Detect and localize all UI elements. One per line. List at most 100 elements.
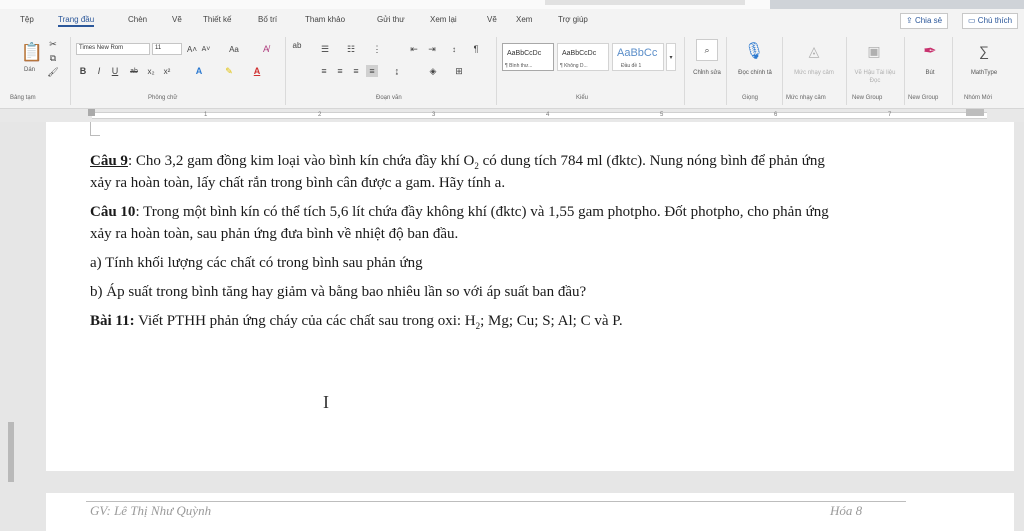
- justify-icon[interactable]: ≡: [366, 65, 378, 77]
- bullets-icon[interactable]: ☰: [318, 43, 332, 55]
- show-marks-icon[interactable]: ¶: [470, 43, 482, 55]
- tab-draw-2[interactable]: Vẽ: [487, 15, 497, 24]
- tab-review[interactable]: Xem lại: [430, 15, 457, 24]
- footer-rule: [86, 501, 906, 502]
- multilevel-list-icon[interactable]: ⋮: [370, 43, 384, 55]
- question-9[interactable]: Câu 9: Cho 3,2 gam đồng kim loại vào bìn…: [90, 150, 970, 194]
- change-case-icon[interactable]: Aa: [226, 43, 242, 55]
- group-label-voice: Giọng: [742, 95, 759, 101]
- ribbon-separator: [70, 37, 71, 105]
- share-button[interactable]: ⇪ Chia sẻ: [900, 13, 949, 29]
- phonetic-guide-icon[interactable]: ab: [290, 39, 304, 51]
- search-icon[interactable]: ⌕: [696, 39, 718, 61]
- clear-format-icon[interactable]: A̸: [260, 43, 272, 55]
- borders-icon[interactable]: ⊞: [452, 65, 466, 77]
- comments-button[interactable]: ▭ Chú thích: [962, 13, 1019, 29]
- ribbon-separator: [684, 37, 685, 105]
- ribbon-tabs: Tệp Trang đầu Chèn Vẽ Thiết kế Bố trí Th…: [0, 9, 1024, 33]
- tab-mailings[interactable]: Gửi thư: [377, 15, 405, 24]
- adobe-label: Vẽ Hậu Tài liệu Đọc: [854, 70, 896, 84]
- align-right-icon[interactable]: ≡: [350, 65, 362, 77]
- microphone-icon[interactable]: 🎙: [742, 39, 766, 63]
- edit-label: Chỉnh sửa: [693, 70, 721, 76]
- shading-icon[interactable]: ◈: [426, 65, 440, 77]
- numbering-icon[interactable]: ☷: [344, 43, 358, 55]
- tab-home[interactable]: Trang đầu: [58, 15, 95, 27]
- ruler-number: 4: [546, 112, 550, 118]
- group-label-sensitivity: Mức nhạy cảm: [786, 95, 826, 101]
- tab-design[interactable]: Thiết kế: [203, 15, 231, 24]
- question-10-part-b[interactable]: b) Áp suất trong bình tăng hay giảm và b…: [90, 281, 970, 303]
- pen-label: Bút: [925, 70, 935, 76]
- decrease-indent-icon[interactable]: ⇤: [408, 43, 420, 55]
- ribbon: 📋 Dán ✂ ⧉ 🖌 Bảng tạm Times New Rom 11 A˄…: [0, 33, 1024, 109]
- question-10[interactable]: Câu 10: Trong một bình kín có thể tích 5…: [90, 201, 970, 245]
- text-effects-icon[interactable]: A: [192, 65, 206, 77]
- cut-icon[interactable]: ✂: [48, 39, 58, 49]
- sensitivity-icon[interactable]: ◬: [802, 39, 826, 63]
- style-normal[interactable]: AaBbCcDc ¶ Bình thư...: [502, 43, 554, 71]
- question-10-part-a[interactable]: a) Tính khối lượng các chất có trong bìn…: [90, 252, 970, 274]
- ruler-indent-marker[interactable]: [88, 109, 95, 116]
- ribbon-separator: [285, 37, 286, 105]
- share-icon: ⇪: [906, 16, 913, 25]
- margin-mark: [90, 135, 100, 136]
- increase-indent-icon[interactable]: ⇥: [426, 43, 438, 55]
- shrink-font-icon[interactable]: A˅: [200, 43, 212, 55]
- style-no-spacing[interactable]: AaBbCcDc ¶ Không D...: [557, 43, 609, 71]
- paste-label: Dán: [24, 67, 36, 73]
- italic-icon[interactable]: I: [94, 65, 104, 77]
- title-bar-account[interactable]: [770, 0, 1024, 9]
- mathtype-label: MathType: [970, 70, 998, 76]
- subscript-icon[interactable]: x₂: [146, 65, 156, 77]
- mathtype-icon[interactable]: ∑: [972, 39, 996, 63]
- tab-file[interactable]: Tệp: [20, 15, 34, 24]
- ruler-number: 2: [318, 112, 322, 118]
- superscript-icon[interactable]: x²: [162, 65, 172, 77]
- tab-references[interactable]: Tham khảo: [305, 15, 345, 24]
- style-heading-1[interactable]: AaBbCc Đầu đề 1: [612, 43, 664, 71]
- group-label-styles: Kiểu: [576, 95, 589, 101]
- align-center-icon[interactable]: ≡: [334, 65, 346, 77]
- font-color-icon[interactable]: A: [250, 65, 264, 77]
- strikethrough-icon[interactable]: ab: [128, 65, 140, 77]
- underline-icon[interactable]: U: [110, 65, 120, 77]
- font-name-dropdown[interactable]: Times New Rom: [76, 43, 150, 55]
- adobe-icon[interactable]: ▣: [862, 39, 886, 63]
- group-label-new-group-3: Nhóm Mới: [964, 95, 992, 101]
- sensitivity-button-label: Mức nhạy cảm: [794, 70, 834, 76]
- bold-icon[interactable]: B: [78, 65, 88, 77]
- ruler-right-margin[interactable]: [966, 109, 984, 116]
- sort-icon[interactable]: ↕: [448, 43, 460, 55]
- dictate-label: Đọc chính tả: [738, 70, 772, 76]
- format-painter-icon[interactable]: 🖌: [47, 67, 58, 77]
- ruler-number: 1: [204, 112, 208, 118]
- tab-help[interactable]: Trợ giúp: [558, 15, 588, 24]
- pen-icon[interactable]: ✒: [918, 39, 942, 63]
- line-spacing-icon[interactable]: ↨: [390, 65, 404, 77]
- grow-font-icon[interactable]: A˄: [186, 43, 198, 55]
- highlight-icon[interactable]: ✎: [222, 65, 236, 77]
- tab-layout[interactable]: Bố trí: [258, 15, 277, 24]
- page-gap: [46, 471, 1014, 493]
- vertical-scroll-thumb[interactable]: [8, 422, 14, 482]
- comment-icon: ▭: [968, 16, 976, 25]
- ruler-track[interactable]: [92, 112, 987, 119]
- tab-draw[interactable]: Vẽ: [172, 15, 182, 24]
- styles-more-icon[interactable]: ▾: [666, 43, 676, 71]
- tab-insert[interactable]: Chèn: [128, 15, 147, 24]
- document-page-footer[interactable]: GV: Lê Thị Như Quỳnh Hóa 8: [46, 493, 1014, 531]
- paste-icon[interactable]: 📋: [20, 39, 44, 65]
- exercise-11[interactable]: Bài 11: Viết PTHH phản ứng cháy của các …: [90, 310, 970, 332]
- ribbon-separator: [904, 37, 905, 105]
- copy-icon[interactable]: ⧉: [48, 53, 58, 63]
- tab-view[interactable]: Xem: [516, 15, 532, 24]
- text-cursor-icon: I: [323, 392, 329, 412]
- align-left-icon[interactable]: ≡: [318, 65, 330, 77]
- font-size-dropdown[interactable]: 11: [152, 43, 182, 55]
- ribbon-separator: [726, 37, 727, 105]
- ruler-number: 7: [888, 112, 892, 118]
- title-bar-search[interactable]: [545, 0, 745, 5]
- horizontal-ruler: 1 2 3 4 5 6 7: [0, 109, 1024, 122]
- left-margin: [0, 122, 46, 531]
